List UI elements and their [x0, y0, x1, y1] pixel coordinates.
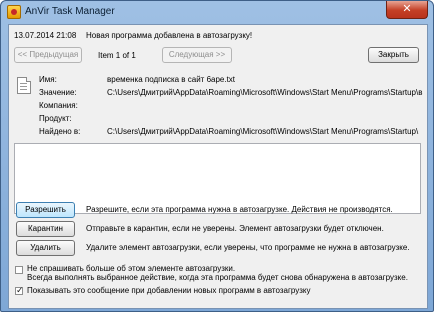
dont-ask-checkbox[interactable] — [15, 266, 23, 274]
show-message-label[interactable]: Показывать это сообщение при добавлении … — [27, 286, 311, 295]
previous-button[interactable]: << Предыдущая — [14, 47, 82, 63]
window-close-button[interactable]: ✕ — [386, 1, 428, 19]
allow-button[interactable]: Разрешить — [16, 202, 75, 218]
notes-textarea[interactable] — [14, 143, 421, 214]
close-button[interactable]: Закрыть — [368, 47, 419, 63]
item-counter: Item 1 of 1 — [98, 51, 136, 60]
event-message: Новая программа добавлена в автозагрузку… — [86, 31, 253, 40]
value-value: C:\Users\Дмитрий\AppData\Roaming\Microso… — [107, 88, 423, 97]
found-in-value: C:\Users\Дмитрий\AppData\Roaming\Microso… — [107, 127, 419, 136]
dialog-body: 13.07.2014 21:08 Новая программа добавле… — [8, 24, 428, 309]
show-message-checkbox[interactable]: ✓ — [15, 285, 24, 295]
app-window: AnVir Task Manager ✕ 13.07.2014 21:08 Но… — [0, 0, 434, 312]
title-bar[interactable]: AnVir Task Manager ✕ — [1, 1, 433, 23]
quarantine-description: Отправьте в карантин, если не уверены. Э… — [86, 224, 384, 233]
quarantine-button[interactable]: Карантин — [16, 221, 75, 237]
next-button[interactable]: Следующая >> — [162, 47, 232, 63]
close-icon: ✕ — [402, 3, 412, 15]
delete-description: Удалите элемент автозагрузки, если увере… — [86, 243, 410, 252]
name-value: временка подписка в сайт 6ape.txt — [107, 75, 236, 84]
file-icon — [17, 77, 31, 94]
name-label: Имя: — [39, 75, 57, 84]
found-in-label: Найдено в: — [39, 127, 81, 136]
event-date: 13.07.2014 21:08 — [14, 31, 77, 40]
checkmark-icon: ✓ — [16, 285, 24, 295]
product-label: Продукт: — [39, 114, 72, 123]
dont-ask-sublabel: Всегда выполнять выбранное действие, ког… — [27, 273, 408, 282]
company-label: Компания: — [39, 101, 78, 110]
dont-ask-label[interactable]: Не спрашивать больше об этом элементе ав… — [27, 264, 235, 273]
app-logo-icon — [7, 5, 21, 19]
delete-button[interactable]: Удалить — [16, 240, 75, 256]
allow-description: Разрешите, если эта программа нужна в ав… — [86, 205, 393, 214]
window-title: AnVir Task Manager — [25, 6, 115, 17]
value-label: Значение: — [39, 88, 77, 97]
